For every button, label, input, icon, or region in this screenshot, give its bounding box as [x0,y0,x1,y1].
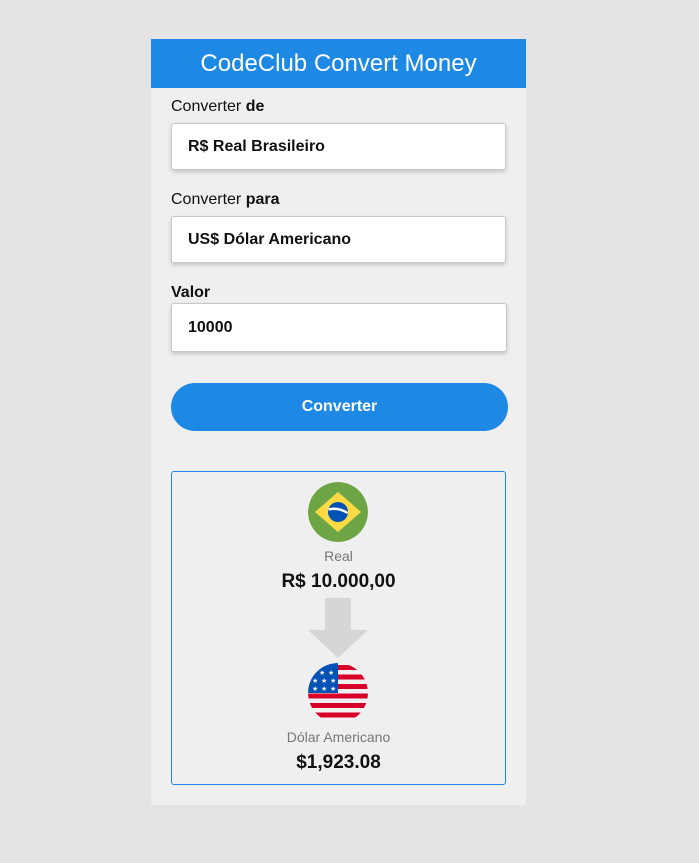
app-title: CodeClub Convert Money [200,50,477,77]
svg-text:★: ★ [312,677,318,685]
app-header: CodeClub Convert Money [151,39,526,88]
svg-text:★: ★ [321,685,327,693]
from-label: Converter de [171,98,264,116]
source-currency-value: R$ 10.000,00 [281,571,396,592]
usa-flag-icon: ★ ★ ★ ★ ★ ★ ★ ★ [308,663,368,723]
to-label: Converter para [171,191,280,209]
from-label-prefix: Converter [171,98,246,115]
brazil-flag-icon [308,482,368,542]
to-label-bold: para [245,191,280,208]
target-currency-name: Dólar Americano [286,729,391,745]
amount-label: Valor [171,284,211,301]
source-currency-name: Real [324,548,353,564]
conversion-result: Real R$ 10.000,00 ★ ★ ★ ★ ★ ★ ★ ★ Dólar … [171,471,506,785]
from-currency-select[interactable]: R$ Real Brasileiro [171,123,506,170]
arrow-down-icon [308,598,368,658]
converter-app: CodeClub Convert Money Converter de R$ R… [151,39,526,805]
to-currency-value: US$ Dólar Americano [188,231,352,248]
svg-text:★: ★ [319,669,325,677]
to-label-prefix: Converter [171,191,246,208]
svg-text:★: ★ [330,677,336,685]
target-currency-value: $1,923.08 [296,752,381,773]
svg-text:★: ★ [328,669,334,677]
convert-button[interactable]: Converter [171,383,508,431]
svg-text:★: ★ [330,685,336,693]
to-currency-select[interactable]: US$ Dólar Americano [171,216,506,263]
from-label-bold: de [245,98,265,115]
amount-input[interactable] [171,303,507,352]
svg-text:★: ★ [312,685,318,693]
svg-text:★: ★ [321,677,327,685]
from-currency-value: R$ Real Brasileiro [188,138,325,155]
